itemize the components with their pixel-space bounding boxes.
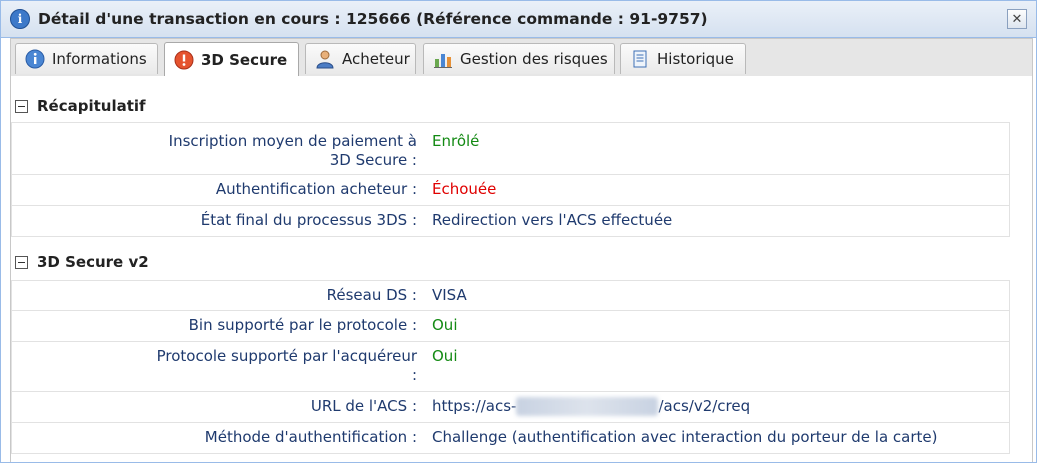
tab-acheteur[interactable]: Acheteur xyxy=(305,43,416,74)
alert-icon xyxy=(174,50,194,70)
tab-label: Informations xyxy=(52,50,147,68)
row-label: Inscription moyen de paiement à 3D Secure… xyxy=(168,132,417,169)
acs-url-value: https://acs-xxxxxxxxxxxxxxxx/acs/v2/creq xyxy=(432,397,751,416)
row-value: Enrôlé xyxy=(432,132,480,150)
row-label: Bin supporté par le protocole : xyxy=(188,316,417,334)
row-value: Challenge (authentification avec interac… xyxy=(432,428,938,446)
detail-row: URL de l'ACS : https://acs-xxxxxxxxxxxxx… xyxy=(11,392,1010,423)
tab-historique[interactable]: Historique xyxy=(620,43,746,74)
transaction-detail-window: i Détail d'une transaction en cours : 12… xyxy=(0,0,1037,463)
detail-row: Bin supporté par le protocole : Oui xyxy=(11,311,1010,342)
close-button[interactable]: ✕ xyxy=(1007,9,1027,29)
row-label: URL de l'ACS : xyxy=(310,397,417,415)
detail-row: Authentification acheteur : Échouée xyxy=(11,175,1010,206)
tab-label: 3D Secure xyxy=(201,50,288,69)
row-label: Réseau DS : xyxy=(326,286,417,304)
row-label: Protocole supporté par l'acquéreur: xyxy=(156,347,417,384)
close-icon: ✕ xyxy=(1011,11,1023,27)
tab-label: Gestion des risques xyxy=(460,50,608,68)
chart-icon xyxy=(433,49,453,69)
document-icon xyxy=(630,49,650,69)
row-label: Méthode d'authentification : xyxy=(204,428,417,446)
tab-strip: Informations 3D Secure Acheteur Gestion … xyxy=(10,38,1033,76)
section-title: 3D Secure v2 xyxy=(37,253,149,271)
section-recapitulatif[interactable]: Récapitulatif xyxy=(15,97,146,115)
row-value: Redirection vers l'ACS effectuée xyxy=(432,211,673,229)
tab-content-3d-secure: Récapitulatif Inscription moyen de paiem… xyxy=(10,76,1033,462)
detail-row: Protocole supporté par l'acquéreur: Oui xyxy=(11,342,1010,392)
section-3d-secure-v2[interactable]: 3D Secure v2 xyxy=(15,253,149,271)
row-value: Oui xyxy=(432,347,458,365)
window-title: Détail d'une transaction en cours : 1256… xyxy=(38,10,708,28)
collapse-icon[interactable] xyxy=(15,255,28,269)
user-icon xyxy=(315,49,335,69)
section-title: Récapitulatif xyxy=(37,97,146,115)
tab-gestion-risques[interactable]: Gestion des risques xyxy=(423,43,615,74)
info-icon: i xyxy=(10,9,30,29)
tab-label: Acheteur xyxy=(342,50,410,68)
redacted-text: xxxxxxxxxxxxxxxx xyxy=(516,397,659,416)
row-value: Oui xyxy=(432,316,458,334)
detail-row: Réseau DS : VISA xyxy=(11,280,1010,311)
row-value: VISA xyxy=(432,286,467,304)
row-label: État final du processus 3DS : xyxy=(200,211,417,229)
tab-3d-secure[interactable]: 3D Secure xyxy=(164,42,299,76)
detail-row: Inscription moyen de paiement à 3D Secure… xyxy=(11,122,1010,175)
info-icon xyxy=(25,49,45,69)
detail-row: État final du processus 3DS : Redirectio… xyxy=(11,206,1010,237)
row-label: Authentification acheteur : xyxy=(215,180,417,198)
row-value: Échouée xyxy=(432,180,497,198)
tab-informations[interactable]: Informations xyxy=(15,43,158,74)
collapse-icon[interactable] xyxy=(15,99,28,113)
window-titlebar: i Détail d'une transaction en cours : 12… xyxy=(1,1,1036,38)
detail-row: Méthode d'authentification : Challenge (… xyxy=(11,423,1010,454)
tab-label: Historique xyxy=(657,50,734,68)
